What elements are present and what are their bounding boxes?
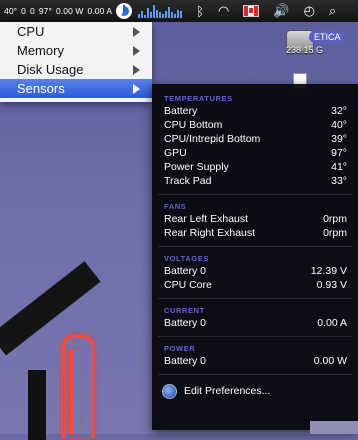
submenu-arrow-icon — [133, 83, 140, 94]
sensor-row[interactable]: CPU Core 0.93 V — [152, 278, 358, 292]
submenu-arrow-icon — [133, 64, 140, 75]
menu-item-sensors[interactable]: Sensors — [0, 79, 152, 98]
section-title-power: POWER — [164, 344, 196, 353]
menu-item-label: Disk Usage — [17, 62, 84, 77]
sensor-value: 41° — [331, 161, 347, 173]
sensor-name: Rear Left Exhaust — [164, 213, 249, 225]
sensor-row[interactable]: Battery 0 0.00 W — [152, 354, 358, 368]
sensor-row[interactable]: Battery 0 0.00 A — [152, 316, 358, 330]
sensor-name: Battery — [164, 105, 198, 117]
activity-bar — [156, 9, 159, 18]
drive-label[interactable]: ETICA — [309, 31, 346, 43]
sensors-submenu: TEMPERATURES Battery 32° CPU Bottom 40° CP… — [152, 84, 358, 430]
cpu-pie-icon[interactable] — [116, 3, 133, 19]
sensor-row[interactable]: Rear Left Exhaust 0rpm — [152, 212, 358, 226]
activity-bar — [150, 12, 153, 18]
activity-graph[interactable] — [138, 4, 183, 18]
sensor-value: 0.93 V — [316, 279, 347, 291]
menu-bar: 40° 0 0 97° 0.00 W 0.00 A ᛒ ◠ 🔊 ◴ ⌕ — [0, 0, 358, 22]
menubar-temp-gpu: 97° — [38, 6, 52, 16]
submenu-arrow-icon — [133, 26, 140, 37]
volume-icon[interactable]: 🔊 — [273, 3, 289, 19]
sensor-value: 0rpm — [323, 213, 347, 225]
separator — [158, 298, 352, 299]
activity-bar — [138, 13, 141, 18]
sensor-value: 97° — [331, 147, 347, 159]
sensor-value: 39° — [331, 133, 347, 145]
edit-preferences-item[interactable]: Edit Preferences... — [152, 381, 358, 401]
sensor-value: 12.39 V — [310, 265, 347, 277]
neon-sign-stem — [70, 350, 81, 434]
menubar-power: 0.00 W — [55, 6, 84, 16]
input-source-flag-icon[interactable] — [243, 5, 260, 17]
clock-icon[interactable]: ◴ — [304, 3, 315, 19]
sensor-name: Track Pad — [164, 175, 212, 187]
sensor-row[interactable]: CPU/Intrepid Bottom 39° — [152, 132, 358, 146]
separator — [158, 336, 352, 337]
sensor-name: Battery 0 — [164, 265, 207, 277]
activity-bar — [180, 11, 183, 18]
section-title-fans: FANS — [164, 202, 187, 211]
bluetooth-icon[interactable]: ᛒ — [196, 4, 204, 19]
sensor-name: CPU/Intrepid Bottom — [164, 133, 261, 145]
menubar-temp-cpu: 40° — [4, 6, 18, 16]
section-title-voltages: VOLTAGES — [164, 254, 209, 263]
sensor-value: 0.00 W — [313, 355, 347, 367]
menu-item-cpu[interactable]: CPU — [0, 22, 152, 41]
menu-item-label: Memory — [17, 43, 64, 58]
sensor-value: 40° — [331, 119, 347, 131]
activity-bar — [144, 15, 147, 18]
section-title-current: CURRENT — [164, 306, 205, 315]
sensor-name: Power Supply — [164, 161, 229, 173]
menu-item-disk-usage[interactable]: Disk Usage — [0, 60, 152, 79]
sensor-row[interactable]: CPU Bottom 40° — [152, 118, 358, 132]
sensor-row[interactable]: Rear Right Exhaust 0rpm — [152, 226, 358, 240]
activity-bar — [171, 12, 174, 18]
menubar-fan-left: 0 — [21, 6, 26, 16]
sensor-name: Battery 0 — [164, 355, 207, 367]
activity-bar — [174, 13, 177, 18]
separator — [158, 374, 352, 375]
desktop-window-edge — [310, 421, 358, 434]
sensor-value: 33° — [331, 175, 347, 187]
activity-bar — [159, 12, 162, 18]
sensor-row[interactable]: GPU 97° — [152, 146, 358, 160]
sensor-row[interactable]: Battery 0 12.39 V — [152, 264, 358, 278]
sensor-name: CPU Bottom — [164, 119, 223, 131]
sensor-row[interactable]: Battery 32° — [152, 104, 358, 118]
activity-bar — [165, 11, 168, 18]
search-icon[interactable]: ⌕ — [329, 3, 336, 19]
activity-bar — [141, 11, 144, 18]
menubar-stats[interactable]: 40° 0 0 97° 0.00 W 0.00 A — [0, 6, 112, 16]
activity-bar — [162, 13, 165, 18]
activity-bar — [177, 9, 180, 18]
drive-size: 238.15 G — [286, 45, 324, 55]
activity-bar — [168, 6, 171, 18]
separator — [158, 246, 352, 247]
sensor-name: Rear Right Exhaust — [164, 227, 256, 239]
activity-bar — [153, 5, 156, 18]
section-title-temperatures: TEMPERATURES — [164, 94, 233, 103]
istat-gauge-icon — [162, 383, 177, 399]
sensor-value: 32° — [331, 105, 347, 117]
sensor-name: CPU Core — [164, 279, 212, 291]
sensor-value: 0rpm — [323, 227, 347, 239]
menu-item-memory[interactable]: Memory — [0, 41, 152, 60]
menu-item-label: Sensors — [17, 81, 65, 96]
istat-menu: CPU Memory Disk Usage Sensors — [0, 22, 152, 102]
separator — [158, 194, 352, 195]
sensor-row[interactable]: Track Pad 33° — [152, 174, 358, 188]
menubar-fan-right: 0 — [29, 6, 35, 16]
wifi-icon[interactable]: ◠ — [218, 3, 229, 19]
menubar-current: 0.00 A — [87, 6, 113, 16]
edit-preferences-label: Edit Preferences... — [184, 385, 271, 397]
sensor-value: 0.00 A — [317, 317, 347, 329]
activity-bar — [147, 8, 150, 18]
menu-item-label: CPU — [17, 24, 45, 39]
sensor-row[interactable]: Power Supply 41° — [152, 160, 358, 174]
submenu-arrow-icon — [133, 45, 140, 56]
sensor-name: GPU — [164, 147, 187, 159]
sensor-name: Battery 0 — [164, 317, 207, 329]
